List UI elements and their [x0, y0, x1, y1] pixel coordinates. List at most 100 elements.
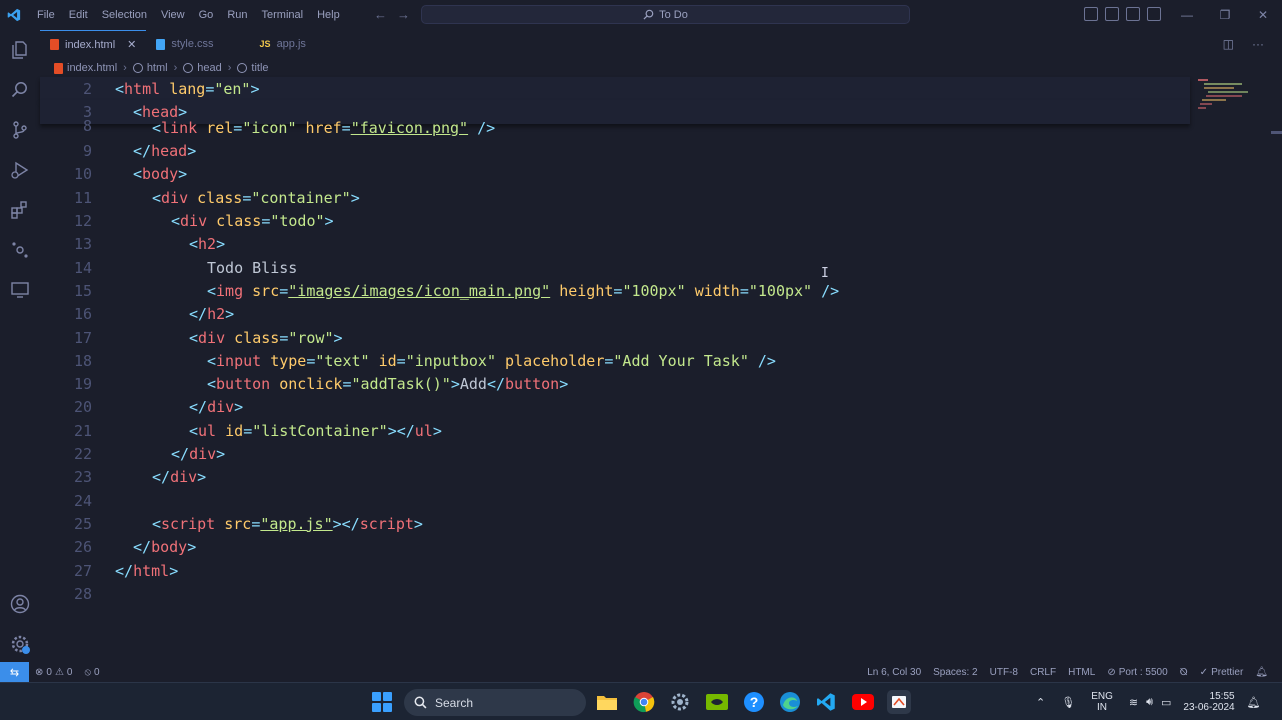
menu-selection[interactable]: Selection [95, 0, 154, 30]
chevron-up-icon[interactable]: ⌃ [1036, 696, 1045, 709]
clock[interactable]: 15:55 23-06-2024 [1183, 691, 1234, 713]
code-text: <div class="container"> [152, 188, 360, 207]
close-tab-icon[interactable]: ✕ [127, 38, 136, 51]
live-share-icon[interactable] [9, 239, 31, 261]
manage-gear-icon[interactable] [9, 633, 31, 655]
minimize-icon[interactable]: — [1168, 0, 1206, 30]
forward-arrow-icon[interactable]: → [397, 0, 410, 30]
encoding[interactable]: UTF-8 [984, 667, 1024, 678]
vscode-taskbar-icon[interactable] [814, 690, 838, 714]
command-center[interactable]: To Do [421, 5, 910, 24]
code-line: 8 <link rel="icon" href="favicon.png" /> [40, 117, 1190, 137]
microphone-icon[interactable]: 🎙︎ [1061, 696, 1075, 709]
css-file-icon [156, 38, 166, 50]
back-arrow-icon[interactable]: ← [374, 0, 387, 30]
tab-style-css[interactable]: style.css [146, 30, 249, 58]
scrollbar-thumb[interactable] [1271, 131, 1282, 134]
close-icon[interactable]: ✕ [1244, 0, 1282, 30]
notification-icon[interactable]: 🔔︎ [1247, 696, 1261, 709]
line-number: 8 [82, 117, 92, 135]
menu-help[interactable]: Help [310, 0, 347, 30]
run-debug-icon[interactable] [9, 159, 31, 181]
search-view-icon[interactable] [9, 79, 31, 101]
restore-icon[interactable]: ❐ [1206, 0, 1244, 30]
snipping-tool-icon[interactable] [887, 690, 911, 714]
menu-view[interactable]: View [154, 0, 192, 30]
settings-gear-icon[interactable] [668, 690, 692, 714]
code-line: 16 </h2> [40, 303, 1190, 326]
breadcrumb-title[interactable]: title [251, 62, 268, 74]
vertical-scrollbar[interactable] [1271, 76, 1282, 662]
problems-indicator[interactable]: ⊗ 0 ⚠ 0 [29, 667, 78, 678]
volume-icon[interactable]: 🔊︎ [1146, 696, 1153, 709]
windows-taskbar: Search ? ⌃ 🎙︎ ENG IN ≋ 🔊︎ ▭ 15:55 23-06-… [0, 682, 1282, 720]
source-control-icon[interactable] [9, 119, 31, 141]
code-line: 9 </head> [40, 140, 1190, 163]
extensions-icon[interactable] [9, 199, 31, 221]
editor-actions: ◫ ··· [1223, 37, 1264, 51]
mouse-cursor-icon: I [821, 266, 829, 281]
toggle-panel-icon[interactable] [1105, 7, 1119, 21]
breadcrumb-file[interactable]: index.html [67, 62, 117, 74]
line-number: 12 [73, 212, 92, 231]
status-bar-right: Ln 6, Col 30 Spaces: 2 UTF-8 CRLF HTML ⊘… [861, 662, 1274, 682]
code-line: 28 [40, 582, 1190, 605]
code-line: 18 <input type="text" id="inputbox" plac… [40, 349, 1190, 372]
line-number: 26 [73, 538, 92, 557]
code-text: </div> [171, 445, 226, 464]
line-number: 14 [73, 258, 92, 277]
menu-file[interactable]: File [30, 0, 62, 30]
toggle-secondary-sidebar-icon[interactable] [1126, 7, 1140, 21]
windows-start-icon[interactable] [372, 692, 392, 712]
end-of-line[interactable]: CRLF [1024, 667, 1062, 678]
youtube-icon[interactable] [851, 690, 875, 714]
toggle-primary-sidebar-icon[interactable] [1084, 7, 1098, 21]
language-top: ENG [1091, 691, 1113, 702]
more-actions-icon[interactable]: ··· [1252, 37, 1264, 51]
notifications-bell-icon[interactable]: 🔔︎ [1249, 667, 1274, 678]
code-line: 25 <script src="app.js"></script> [40, 512, 1190, 535]
error-icon: ⊗ [35, 666, 44, 678]
html-file-icon [50, 39, 59, 50]
language-indicator[interactable]: ENG IN [1091, 691, 1113, 713]
menu-run[interactable]: Run [220, 0, 254, 30]
tab-label: index.html [65, 38, 116, 51]
indentation[interactable]: Spaces: 2 [927, 667, 983, 678]
help-icon[interactable]: ? [742, 690, 766, 714]
code-editor[interactable]: 2 <html lang="en"> 3 <head> 8 <link rel=… [40, 77, 1268, 662]
element-symbol-icon [183, 63, 194, 73]
activity-bar [0, 30, 40, 662]
double-check-icon: ✓ [1199, 666, 1209, 678]
copilot-icon[interactable]: ⦰ [1174, 667, 1194, 678]
explorer-icon[interactable] [9, 39, 31, 61]
menu-edit[interactable]: Edit [62, 0, 95, 30]
accounts-icon[interactable] [9, 593, 31, 615]
menu-go[interactable]: Go [192, 0, 221, 30]
split-editor-icon[interactable]: ◫ [1223, 37, 1234, 51]
wifi-icon[interactable]: ≋ [1129, 696, 1138, 709]
breadcrumb-head[interactable]: head [197, 62, 221, 74]
taskbar-search[interactable]: Search [404, 689, 586, 716]
breadcrumb-html[interactable]: html [147, 62, 168, 74]
prettier-indicator[interactable]: ✓ Prettier [1194, 667, 1250, 678]
battery-icon[interactable]: ▭ [1161, 696, 1171, 709]
edge-icon[interactable] [778, 690, 802, 714]
ports-indicator[interactable]: ⦸ 0 [78, 667, 105, 678]
remote-indicator-icon[interactable]: ⇆ [0, 662, 29, 682]
minimap[interactable] [1196, 76, 1250, 112]
remote-explorer-icon[interactable] [9, 279, 31, 301]
menu-terminal[interactable]: Terminal [255, 0, 311, 30]
tab-app-js[interactable]: JS app.js [250, 30, 316, 58]
nvidia-icon[interactable] [705, 690, 729, 714]
file-explorer-icon[interactable] [595, 690, 619, 714]
cursor-position[interactable]: Ln 6, Col 30 [861, 667, 927, 678]
live-server-port[interactable]: ⊘ Port : 5500 [1101, 667, 1173, 678]
chrome-icon[interactable] [632, 690, 656, 714]
line-number: 27 [73, 561, 92, 580]
customize-layout-icon[interactable] [1147, 7, 1161, 21]
chevron-right-icon: › [123, 62, 127, 74]
code-line: 22 </div> [40, 442, 1190, 465]
language-mode[interactable]: HTML [1062, 667, 1101, 678]
code-line: 19 <button onclick="addTask()">Add</butt… [40, 373, 1190, 396]
tab-index-html[interactable]: index.html ✕ [40, 30, 147, 58]
